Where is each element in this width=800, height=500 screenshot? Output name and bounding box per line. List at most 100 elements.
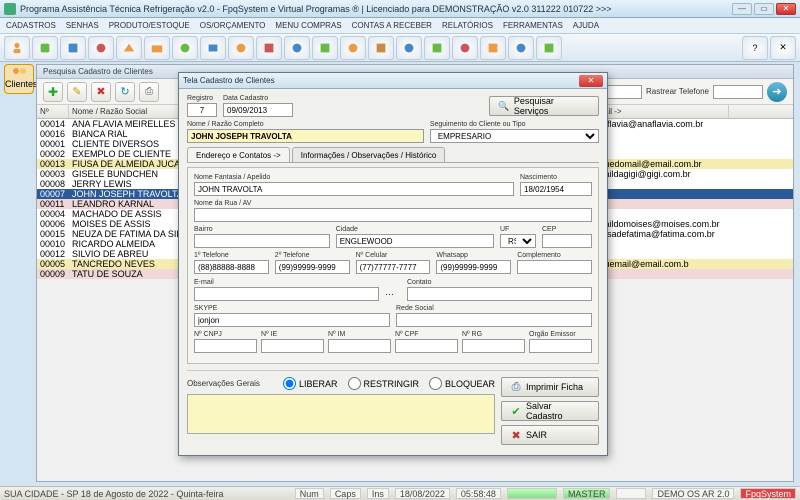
side-tab-clientes[interactable]: Clientes (4, 64, 34, 94)
tel2-input[interactable] (275, 260, 350, 274)
date-label: Data Cadastro (223, 95, 293, 102)
im-input[interactable] (328, 339, 391, 353)
toolbar-btn-7[interactable] (172, 36, 198, 60)
nasc-input[interactable] (520, 182, 592, 196)
date-input[interactable] (223, 103, 293, 117)
close-button[interactable]: ✕ (776, 3, 796, 15)
toolbar-help-icon[interactable]: ? (742, 36, 768, 60)
delete-icon[interactable]: ✖ (91, 82, 111, 102)
imprimir-button[interactable]: ⎙Imprimir Ficha (501, 377, 599, 397)
toolbar-btn-20[interactable] (536, 36, 562, 60)
pesquisar-servicos-button[interactable]: 🔍 Pesquisar Serviços (489, 96, 599, 116)
toolbar-btn-11[interactable] (284, 36, 310, 60)
nasc-label: Nascimento (520, 174, 592, 181)
toolbar-btn-15[interactable] (396, 36, 422, 60)
radio-restringir[interactable]: RESTRINGIR (348, 377, 420, 390)
radio-liberar[interactable]: LIBERAR (283, 377, 338, 390)
menu-contas[interactable]: CONTAS A RECEBER (352, 21, 432, 30)
cel-label: Nº Celular (356, 252, 431, 259)
cidade-input[interactable] (336, 234, 494, 248)
toolbar-btn-3[interactable] (60, 36, 86, 60)
email-lookup-button[interactable]: … (385, 287, 401, 301)
toolbar-btn-2[interactable] (32, 36, 58, 60)
orgao-label: Orgão Emissor (529, 331, 592, 338)
salvar-button[interactable]: ✔Salvar Cadastro (501, 401, 599, 421)
search-go-button[interactable]: ➔ (767, 82, 787, 102)
contato-input[interactable] (407, 287, 592, 301)
radio-bloquear[interactable]: BLOQUEAR (429, 377, 495, 390)
email-label: E-mail (194, 279, 379, 286)
menu-cadastros[interactable]: CADASTROS (6, 21, 56, 30)
toolbar-btn-4[interactable] (88, 36, 114, 60)
menu-ajuda[interactable]: AJUDA (573, 21, 599, 30)
cel-input[interactable] (356, 260, 431, 274)
rua-label: Nome da Rua / AV (194, 200, 592, 207)
toolbar-btn-10[interactable] (256, 36, 282, 60)
rua-input[interactable] (194, 208, 592, 222)
menu-compras[interactable]: MENU COMPRAS (275, 21, 341, 30)
tab-info[interactable]: Informações / Observações / Histórico (292, 147, 446, 162)
dialog-close-button[interactable]: ✕ (579, 75, 603, 87)
skype-label: SKYPE (194, 305, 390, 312)
new-icon[interactable]: ✚ (43, 82, 63, 102)
dialog-tabs: Endereço e Contatos -> Informações / Obs… (187, 147, 599, 163)
fantasia-input[interactable] (194, 182, 514, 196)
tab-endereco[interactable]: Endereço e Contatos -> (187, 147, 290, 162)
toolbar-btn-14[interactable] (368, 36, 394, 60)
toolbar-btn-19[interactable] (508, 36, 534, 60)
comp-input[interactable] (517, 260, 592, 274)
toolbar-btn-16[interactable] (424, 36, 450, 60)
toolbar-btn-18[interactable] (480, 36, 506, 60)
wa-label: Whatsapp (436, 252, 511, 259)
ie-input[interactable] (261, 339, 324, 353)
cep-input[interactable] (542, 234, 592, 248)
status-time: 05:58:48 (456, 488, 501, 499)
menu-ferramentas[interactable]: FERRAMENTAS (503, 21, 563, 30)
name-input[interactable] (187, 129, 424, 143)
bairro-input[interactable] (194, 234, 330, 248)
cpf-input[interactable] (395, 339, 458, 353)
track-phone-label: Rastrear Telefone (646, 87, 709, 96)
tel1-input[interactable] (194, 260, 269, 274)
cep-label: CEP (542, 226, 592, 233)
refresh-icon[interactable]: ↻ (115, 82, 135, 102)
toolbar-btn-6[interactable] (144, 36, 170, 60)
menu-senhas[interactable]: SENHAS (66, 21, 99, 30)
toolbar-btn-1[interactable] (4, 36, 30, 60)
col-email[interactable]: Email -> (589, 105, 729, 118)
contato-label: Contato (407, 279, 592, 286)
menu-produto[interactable]: PRODUTO/ESTOQUE (109, 21, 190, 30)
rg-input[interactable] (462, 339, 525, 353)
rede-input[interactable] (396, 313, 592, 327)
cnpj-input[interactable] (194, 339, 257, 353)
skype-input[interactable] (194, 313, 390, 327)
obs-textarea[interactable] (187, 394, 495, 434)
status-master: MASTER (563, 488, 611, 499)
maximize-button[interactable]: ▭ (754, 3, 774, 15)
col-num[interactable]: Nº (37, 105, 69, 118)
toolbar-btn-13[interactable] (340, 36, 366, 60)
seg-select[interactable]: EMPRESARIO (430, 129, 599, 143)
wa-input[interactable] (436, 260, 511, 274)
minimize-button[interactable]: — (732, 3, 752, 15)
orgao-input[interactable] (529, 339, 592, 353)
sair-button[interactable]: ✖SAIR (501, 425, 599, 445)
address-fieldset: Nome Fantasia / Apelido Nascimento Nome … (187, 167, 599, 364)
uf-select[interactable]: RS (500, 234, 536, 248)
status-caps: Caps (330, 488, 361, 499)
edit-icon[interactable]: ✎ (67, 82, 87, 102)
reg-input[interactable] (187, 103, 217, 117)
print-icon[interactable]: ⎙ (139, 82, 159, 102)
toolbar-btn-8[interactable] (200, 36, 226, 60)
email-input[interactable] (194, 287, 379, 301)
toolbar-btn-17[interactable] (452, 36, 478, 60)
toolbar-btn-5[interactable] (116, 36, 142, 60)
dialog-titlebar[interactable]: Tela Cadastro de Clientes ✕ (179, 73, 607, 89)
toolbar-btn-12[interactable] (312, 36, 338, 60)
bairro-label: Bairro (194, 226, 330, 233)
menu-os[interactable]: OS/ORÇAMENTO (200, 21, 266, 30)
toolbar-btn-9[interactable] (228, 36, 254, 60)
toolbar-exit-icon[interactable]: ✕ (770, 36, 796, 60)
track-phone-input[interactable] (713, 85, 763, 99)
menu-relatorios[interactable]: RELATÓRIOS (442, 21, 493, 30)
